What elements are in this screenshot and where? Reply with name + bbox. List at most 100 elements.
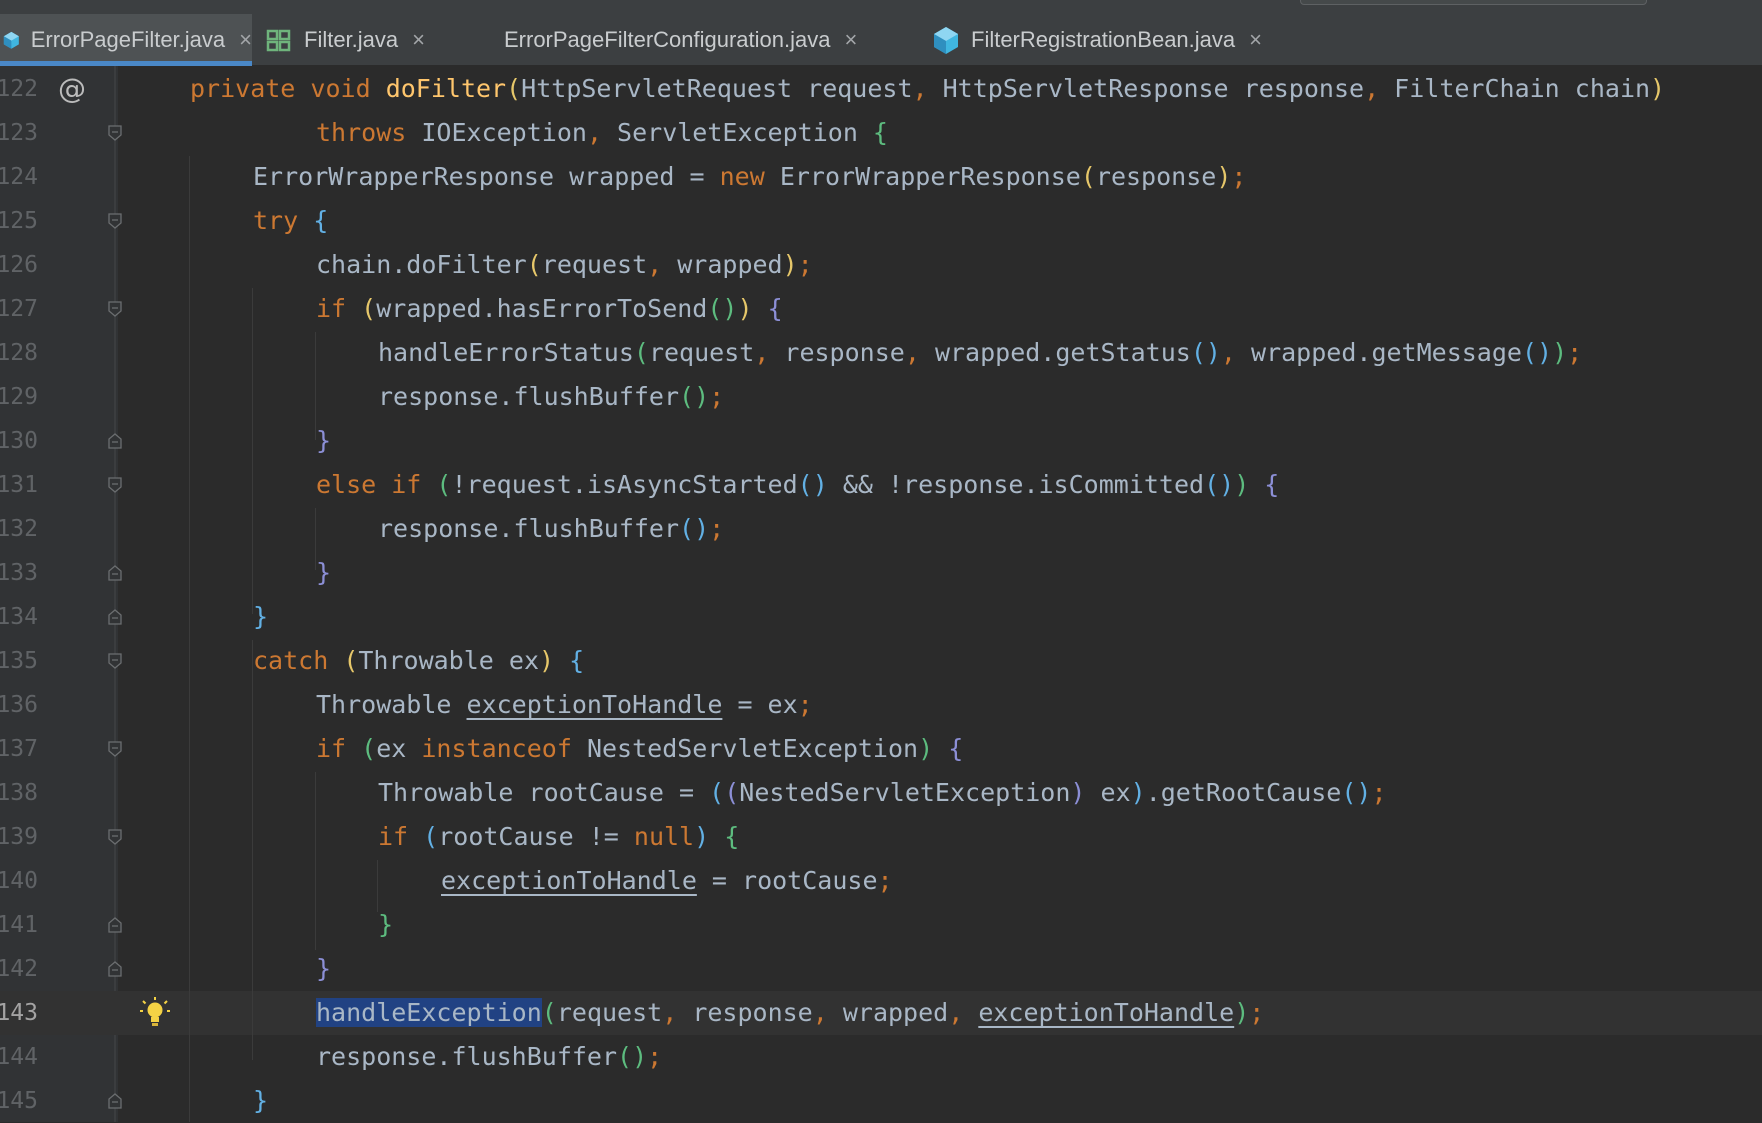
close-icon[interactable]: ×: [412, 27, 425, 53]
code-token: response.flushBuffer: [316, 1042, 618, 1071]
code-line[interactable]: 139 if (rootCause != null) {: [0, 815, 1762, 859]
code-line[interactable]: 135 catch (Throwable ex) {: [0, 639, 1762, 683]
fold-open-icon[interactable]: [108, 301, 122, 317]
fold-open-icon[interactable]: [108, 477, 122, 493]
line-number: 141: [0, 912, 38, 938]
code-line[interactable]: 127 if (wrapped.hasErrorToSend()) {: [0, 287, 1762, 331]
code-token: ;: [709, 382, 725, 411]
code-line[interactable]: 122 @ private void doFilter(HttpServletReq…: [0, 67, 1762, 111]
fold-close-icon[interactable]: [108, 917, 122, 933]
tab-errorpagefilter[interactable]: ErrorPageFilter.java ×: [0, 14, 252, 66]
line-number: 144: [0, 1044, 38, 1070]
code-token: (): [679, 382, 710, 411]
fold-open-icon[interactable]: [108, 125, 122, 141]
code-token: {: [948, 734, 964, 763]
code-token: exceptionToHandle: [978, 998, 1235, 1027]
code-line[interactable]: 133}: [0, 551, 1762, 595]
line-number: 127: [0, 296, 38, 322]
tab-label: ErrorPageFilter.java: [30, 27, 226, 52]
code-text: handleErrorStatus(request, response, wra…: [378, 331, 1582, 375]
indent-guide: [315, 772, 316, 950]
code-token: ): [1234, 470, 1265, 499]
code-token: Throwable ex: [358, 646, 539, 675]
code-token: (): [1204, 470, 1235, 499]
code-token: exceptionToHandle: [466, 690, 723, 719]
line-number: 130: [0, 428, 38, 454]
code-token: if: [378, 822, 424, 851]
fold-close-icon[interactable]: [108, 565, 122, 581]
code-text: chain.doFilter(request, wrapped);: [316, 243, 813, 287]
code-text: }: [316, 947, 331, 991]
code-line[interactable]: 137 if (ex instanceof NestedServletExcept…: [0, 727, 1762, 771]
override-marker-icon[interactable]: @: [58, 67, 86, 111]
code-text: if (ex instanceof NestedServletException…: [316, 727, 963, 771]
fold-close-icon[interactable]: [108, 609, 122, 625]
code-line[interactable]: 143 handleException(request, response, wr…: [0, 991, 1762, 1035]
code-token: !request.isAsyncStarted: [451, 470, 798, 499]
tab-filter[interactable]: Filter.java ×: [262, 14, 432, 66]
line-number: 137: [0, 736, 38, 762]
tab-label: FilterRegistrationBean.java: [971, 27, 1236, 52]
code-line[interactable]: 140 exceptionToHandle = rootCause;: [0, 859, 1762, 903]
code-line[interactable]: 124 ErrorWrapperResponse wrapped = new Er…: [0, 155, 1762, 199]
fold-close-icon[interactable]: [108, 961, 122, 977]
code-line[interactable]: 134}: [0, 595, 1762, 639]
line-number: 138: [0, 780, 38, 806]
code-token: {: [313, 206, 329, 235]
code-token: }: [378, 910, 394, 939]
code-token: }: [253, 1086, 269, 1115]
fold-close-icon[interactable]: [108, 1093, 122, 1109]
code-line[interactable]: 125 try {: [0, 199, 1762, 243]
code-token: ;: [877, 866, 893, 895]
code-token: wrapped.getStatus: [934, 338, 1191, 367]
code-token: ;: [797, 250, 813, 279]
code-token: ;: [647, 1042, 663, 1071]
code-line[interactable]: 132 response.flushBuffer();: [0, 507, 1762, 551]
fold-open-icon[interactable]: [108, 829, 122, 845]
code-token: && !response.isCommitted: [827, 470, 1205, 499]
fold-close-icon[interactable]: [108, 433, 122, 449]
code-token: instanceof: [421, 734, 587, 763]
code-token: ): [782, 250, 798, 279]
code-line[interactable]: 142}: [0, 947, 1762, 991]
code-token: ): [539, 646, 570, 675]
code-token: (: [343, 646, 359, 675]
line-number: 145: [0, 1088, 38, 1114]
code-line[interactable]: 130}: [0, 419, 1762, 463]
code-token: request: [556, 998, 663, 1027]
code-line[interactable]: 138 Throwable rootCause = ((NestedServlet…: [0, 771, 1762, 815]
fold-open-icon[interactable]: [108, 653, 122, 669]
code-line[interactable]: 123 throws IOException, ServletException …: [0, 111, 1762, 155]
code-line[interactable]: 126 chain.doFilter(request, wrapped);: [0, 243, 1762, 287]
code-line[interactable]: 131 else if (!request.isAsyncStarted() &&…: [0, 463, 1762, 507]
code-token: }: [316, 426, 332, 455]
code-line[interactable]: 129 response.flushBuffer();: [0, 375, 1762, 419]
search-field-edge[interactable]: [1300, 0, 1647, 5]
code-token: wrapped.getMessage: [1251, 338, 1522, 367]
indent-guide: [189, 156, 190, 1122]
code-token: (: [361, 734, 377, 763]
tab-filterregistrationbean[interactable]: FilterRegistrationBean.java ×: [931, 14, 1271, 66]
code-token: (: [541, 998, 557, 1027]
code-line[interactable]: 144 response.flushBuffer();: [0, 1035, 1762, 1079]
code-line[interactable]: 136 Throwable exceptionToHandle = ex;: [0, 683, 1762, 727]
tab-errorpagefilterconfiguration[interactable]: ErrorPageFilterConfiguration.java ×: [494, 14, 857, 66]
code-line[interactable]: 145}: [0, 1079, 1762, 1123]
lightbulb-icon[interactable]: [140, 997, 170, 1031]
code-token: .getRootCause: [1145, 778, 1342, 807]
fold-open-icon[interactable]: [108, 213, 122, 229]
code-token: ,: [647, 250, 678, 279]
close-icon[interactable]: ×: [239, 27, 252, 53]
close-icon[interactable]: ×: [1249, 27, 1262, 53]
indent-guide: [252, 640, 253, 1060]
code-token: Throwable: [316, 690, 467, 719]
code-token: NestedServletException: [586, 734, 919, 763]
line-number: 122: [0, 76, 38, 102]
fold-open-icon[interactable]: [108, 741, 122, 757]
close-icon[interactable]: ×: [845, 27, 858, 53]
code-line[interactable]: 128 handleErrorStatus(request, response, …: [0, 331, 1762, 375]
code-text: response.flushBuffer();: [378, 375, 724, 419]
code-line[interactable]: 141}: [0, 903, 1762, 947]
code-text: }: [378, 903, 393, 947]
code-token: ;: [709, 514, 725, 543]
